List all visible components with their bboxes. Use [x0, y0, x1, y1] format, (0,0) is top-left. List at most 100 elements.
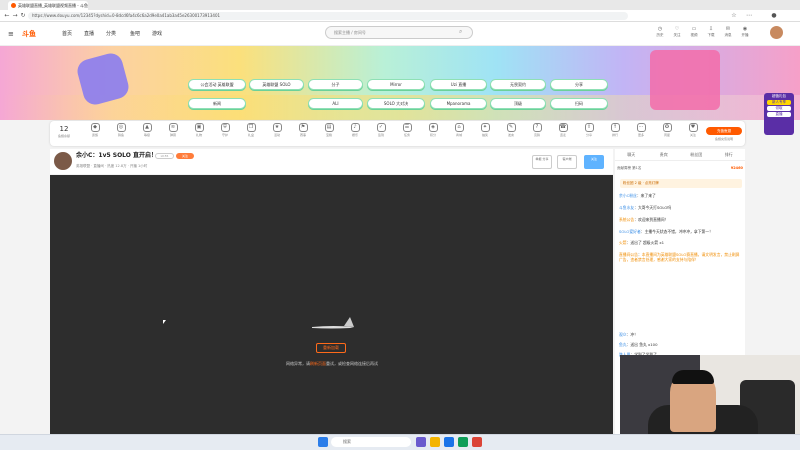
- forward-icon[interactable]: →: [11, 12, 19, 20]
- edge-browser-icon[interactable]: [444, 437, 454, 447]
- chat-username[interactable]: 观众: [619, 332, 627, 337]
- search-icon[interactable]: ⌕: [459, 28, 462, 36]
- douyu-logo[interactable]: 斗鱼: [22, 28, 50, 40]
- feature-item[interactable]: ◈ 积分: [420, 123, 446, 145]
- banner-button-6[interactable]: 无畏契约: [490, 79, 546, 90]
- windows-start-icon[interactable]: [318, 437, 328, 447]
- feature-item-label: 抽奖: [481, 133, 488, 137]
- task-view-icon[interactable]: [416, 437, 426, 447]
- chat-username[interactable]: 火箭: [619, 240, 627, 245]
- store-icon[interactable]: [458, 437, 468, 447]
- feature-item[interactable]: ⌂ 商城: [446, 123, 472, 145]
- tab-rank[interactable]: 排行: [713, 149, 746, 160]
- feature-item-label: 发言: [507, 133, 514, 137]
- feature-item[interactable]: ≋ 弹幕: [160, 123, 186, 145]
- chat-username[interactable]: 系统公告: [619, 217, 634, 222]
- feature-item[interactable]: ⇪ 分享: [576, 123, 602, 145]
- chat-username[interactable]: 斗鱼水友: [619, 205, 634, 210]
- url-input[interactable]: https://www.douyu.com/12345?dyshid=0-8dc…: [28, 12, 628, 20]
- feature-item[interactable]: ☰ 任务: [394, 123, 420, 145]
- client-button[interactable]: 客户端: [557, 155, 577, 169]
- feature-item[interactable]: ☎ 连麦: [550, 123, 576, 145]
- tab-vip[interactable]: 贵宾: [648, 149, 681, 160]
- feature-item[interactable]: ⋯ 更多: [628, 123, 654, 145]
- feature-item[interactable]: ▲ 等级: [134, 123, 160, 145]
- banner-button-12[interactable]: 顶级: [490, 98, 546, 109]
- nav-live[interactable]: 直播: [84, 29, 94, 39]
- chrome-icon[interactable]: [472, 437, 482, 447]
- tab-fans[interactable]: 粉丝团: [680, 149, 713, 160]
- contribution-rank[interactable]: ¥2460 贡献周榜 第1名: [617, 164, 743, 172]
- feature-item-icon: ↑: [610, 123, 620, 132]
- feature-item[interactable]: ▣ 礼物: [186, 123, 212, 145]
- promo-claim-button[interactable]: 领取: [767, 106, 791, 111]
- chat-username[interactable]: 余小C粉丝: [619, 193, 637, 198]
- feature-item[interactable]: ✦ 抽奖: [472, 123, 498, 145]
- recharge-button[interactable]: 充值鱼翅: [706, 127, 742, 135]
- reload-icon[interactable]: ↻: [19, 12, 27, 20]
- feature-item[interactable]: ◆ 贵族: [82, 123, 108, 145]
- banner-button-8[interactable]: 新闻: [188, 98, 246, 109]
- feature-item[interactable]: ♪ 娱乐: [342, 123, 368, 145]
- feature-item[interactable]: ❒ 礼盒: [238, 123, 264, 145]
- broadcast-icon[interactable]: ◉ 开播: [739, 26, 751, 38]
- banner-button-2[interactable]: 英雄联盟 SOLO: [249, 79, 304, 90]
- back-icon[interactable]: ←: [3, 12, 11, 20]
- chat-username[interactable]: SOLO爱好者: [619, 229, 641, 234]
- banner-button-1[interactable]: 公会活动 英雄联盟: [188, 79, 246, 90]
- video-icon[interactable]: ▭ 视频: [688, 26, 700, 38]
- feature-item-label: 猜鱼: [117, 133, 124, 137]
- banner-button-13[interactable]: 扫码: [550, 98, 608, 109]
- streamer-avatar[interactable]: [54, 152, 72, 170]
- feature-item-label: 排行: [611, 133, 618, 137]
- history-icon[interactable]: ◷ 历史: [654, 26, 666, 38]
- banner-button-4[interactable]: Mirror: [367, 79, 425, 90]
- side-promo-card[interactable]: 超值礼包 新人专享 领取 直播: [764, 93, 794, 135]
- search-input[interactable]: 搜索主播 / 房间号: [325, 26, 473, 39]
- nav-category[interactable]: 分类: [106, 29, 116, 39]
- nav-yuba[interactable]: 鱼吧: [130, 29, 140, 39]
- feature-item[interactable]: ✓ 签到: [368, 123, 394, 145]
- message-icon[interactable]: ✉ 消息: [722, 26, 734, 38]
- feature-item[interactable]: ? 竞猜: [524, 123, 550, 145]
- feature-item[interactable]: ⛨ 守护: [212, 123, 238, 145]
- feature-item[interactable]: ⚑ 赛事: [290, 123, 316, 145]
- report-share-button[interactable]: 举报 分享: [532, 155, 552, 169]
- menu-icon[interactable]: ≡: [8, 29, 14, 39]
- feature-item[interactable]: ♥ 关注: [680, 123, 706, 145]
- extensions-icon[interactable]: ⋯: [745, 12, 753, 20]
- feature-item[interactable]: ◎ 猜鱼: [108, 123, 134, 145]
- feature-item[interactable]: ✎ 发言: [498, 123, 524, 145]
- reload-video-button[interactable]: 重新加载: [316, 343, 346, 353]
- feature-item[interactable]: ↑ 排行: [602, 123, 628, 145]
- user-avatar[interactable]: [770, 26, 783, 39]
- recharge-note[interactable]: 鱼翅充值说明: [706, 137, 742, 141]
- chat-username[interactable]: 鱼丸: [619, 342, 627, 347]
- banner-button-10[interactable]: SOLO 大对决: [367, 98, 425, 109]
- follow-button[interactable]: 关注: [176, 153, 194, 159]
- nav-games[interactable]: 游戏: [152, 29, 162, 39]
- banner-button-11[interactable]: Mpanorama: [430, 98, 487, 109]
- tab-chat[interactable]: 聊天: [615, 149, 648, 160]
- banner-button-7[interactable]: 分享: [550, 79, 608, 90]
- fan-club-bar[interactable]: 粉丝团 2 级 · 点亮灯牌: [620, 179, 742, 188]
- feature-item[interactable]: ▤ 宝箱: [316, 123, 342, 145]
- promo-live-button[interactable]: 直播: [767, 112, 791, 117]
- banner-button-3[interactable]: 分子: [308, 79, 363, 90]
- video-player[interactable]: [50, 175, 613, 434]
- chat-text: 来了来了: [640, 193, 656, 198]
- profile-icon[interactable]: ●: [770, 12, 778, 20]
- nav-home[interactable]: 首页: [62, 29, 72, 39]
- refresh-link[interactable]: 刷新页面: [310, 361, 326, 366]
- feature-item[interactable]: ✪ 周星: [654, 123, 680, 145]
- bookmark-star-icon[interactable]: ☆: [730, 12, 738, 20]
- follow-icon[interactable]: ♡ 关注: [671, 26, 683, 38]
- file-explorer-icon[interactable]: [430, 437, 440, 447]
- taskbar-search[interactable]: 搜索: [331, 437, 411, 447]
- banner-button-5[interactable]: Uzi 直播: [430, 79, 487, 90]
- banner-button-9[interactable]: ALI: [308, 98, 363, 109]
- browser-tab[interactable]: 英雄联盟直播_英雄联盟视频直播 - 斗鱼: [8, 1, 88, 10]
- feature-item[interactable]: ★ 活动: [264, 123, 290, 145]
- download-icon[interactable]: ⇩ 下载: [705, 26, 717, 38]
- subscribe-button[interactable]: 关注: [584, 155, 604, 169]
